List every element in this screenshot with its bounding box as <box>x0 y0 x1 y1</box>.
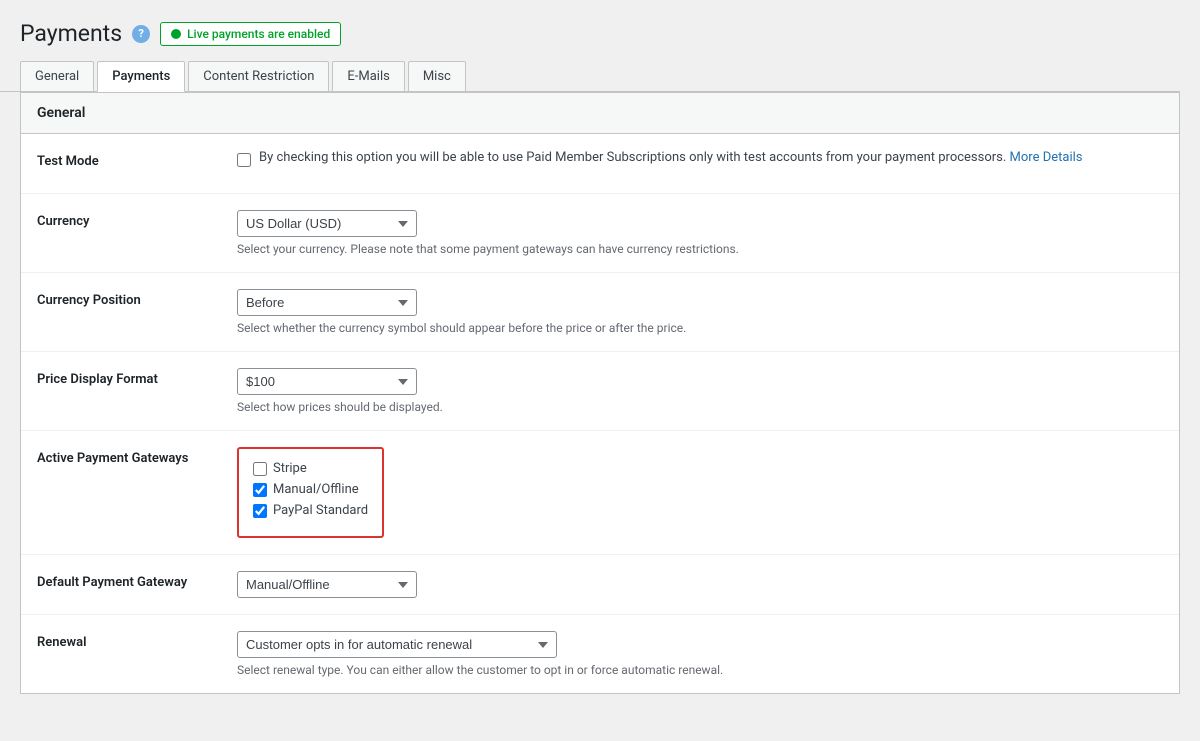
nav-tabs: General Payments Content Restriction E-M… <box>0 61 1180 92</box>
test-mode-description: By checking this option you will be able… <box>259 150 1006 165</box>
manual-offline-checkbox[interactable] <box>253 483 267 497</box>
tab-payments[interactable]: Payments <box>97 61 185 92</box>
price-display-format-row: Price Display Format $100 $ 100 100$ Sel… <box>21 352 1179 431</box>
test-mode-row: Test Mode By checking this option you wi… <box>21 134 1179 194</box>
content-area: General Test Mode By checking this optio… <box>20 92 1180 694</box>
tab-general[interactable]: General <box>20 61 94 91</box>
price-display-format-label: Price Display Format <box>37 368 237 387</box>
currency-position-row: Currency Position Before After Select wh… <box>21 273 1179 352</box>
gateway-manual-offline: Manual/Offline <box>253 482 368 497</box>
test-mode-content: By checking this option you will be able… <box>237 150 1163 167</box>
settings-table: Test Mode By checking this option you wi… <box>21 134 1179 693</box>
renewal-row: Renewal Customer opts in for automatic r… <box>21 615 1179 693</box>
section-title: General <box>37 105 1163 121</box>
currency-position-description: Select whether the currency symbol shoul… <box>237 321 1163 335</box>
default-payment-gateway-row: Default Payment Gateway Manual/Offline P… <box>21 555 1179 615</box>
price-display-format-description: Select how prices should be displayed. <box>237 400 1163 414</box>
active-payment-gateways-label: Active Payment Gateways <box>37 447 237 466</box>
default-payment-gateway-label: Default Payment Gateway <box>37 571 237 590</box>
currency-select[interactable]: US Dollar (USD) Euro (EUR) British Pound… <box>237 210 417 237</box>
renewal-control: Customer opts in for automatic renewal F… <box>237 631 1163 677</box>
stripe-label: Stripe <box>273 461 307 476</box>
help-icon[interactable]: ? <box>132 25 150 43</box>
currency-description: Select your currency. Please note that s… <box>237 242 1163 256</box>
paypal-standard-label: PayPal Standard <box>273 503 368 518</box>
renewal-description: Select renewal type. You can either allo… <box>237 663 1163 677</box>
tab-misc[interactable]: Misc <box>408 61 466 91</box>
page-wrapper: Payments ? Live payments are enabled Gen… <box>0 0 1200 714</box>
active-payment-gateways-control: Stripe Manual/Offline PayPal Standard <box>237 447 1163 538</box>
active-payment-gateways-row: Active Payment Gateways Stripe Manual/Of… <box>21 431 1179 555</box>
currency-row: Currency US Dollar (USD) Euro (EUR) Brit… <box>21 194 1179 273</box>
currency-control: US Dollar (USD) Euro (EUR) British Pound… <box>237 210 1163 256</box>
currency-position-control: Before After Select whether the currency… <box>237 289 1163 335</box>
section-header: General <box>21 93 1179 134</box>
price-display-format-select[interactable]: $100 $ 100 100$ <box>237 368 417 395</box>
price-display-format-control: $100 $ 100 100$ Select how prices should… <box>237 368 1163 414</box>
test-mode-control: By checking this option you will be able… <box>237 150 1163 167</box>
page-header: Payments ? Live payments are enabled <box>0 20 1180 47</box>
manual-offline-label: Manual/Offline <box>273 482 359 497</box>
test-mode-label: Test Mode <box>37 150 237 169</box>
live-badge-text: Live payments are enabled <box>187 27 330 41</box>
tab-emails[interactable]: E-Mails <box>332 61 404 91</box>
renewal-select[interactable]: Customer opts in for automatic renewal F… <box>237 631 557 658</box>
gateway-stripe: Stripe <box>253 461 368 476</box>
currency-position-label: Currency Position <box>37 289 237 308</box>
renewal-label: Renewal <box>37 631 237 650</box>
currency-label: Currency <box>37 210 237 229</box>
default-payment-gateway-control: Manual/Offline PayPal Standard Stripe <box>237 571 1163 598</box>
active-gateways-box: Stripe Manual/Offline PayPal Standard <box>237 447 384 538</box>
stripe-checkbox[interactable] <box>253 462 267 476</box>
more-details-link[interactable]: More Details <box>1010 150 1083 165</box>
gateway-paypal-standard: PayPal Standard <box>253 503 368 518</box>
page-title: Payments <box>20 20 122 47</box>
test-mode-text: By checking this option you will be able… <box>259 150 1083 165</box>
paypal-standard-checkbox[interactable] <box>253 504 267 518</box>
live-badge: Live payments are enabled <box>160 22 341 46</box>
test-mode-checkbox[interactable] <box>237 153 251 167</box>
default-payment-gateway-select[interactable]: Manual/Offline PayPal Standard Stripe <box>237 571 417 598</box>
currency-position-select[interactable]: Before After <box>237 289 417 316</box>
live-dot-icon <box>171 29 181 39</box>
tab-content-restriction[interactable]: Content Restriction <box>188 61 329 91</box>
